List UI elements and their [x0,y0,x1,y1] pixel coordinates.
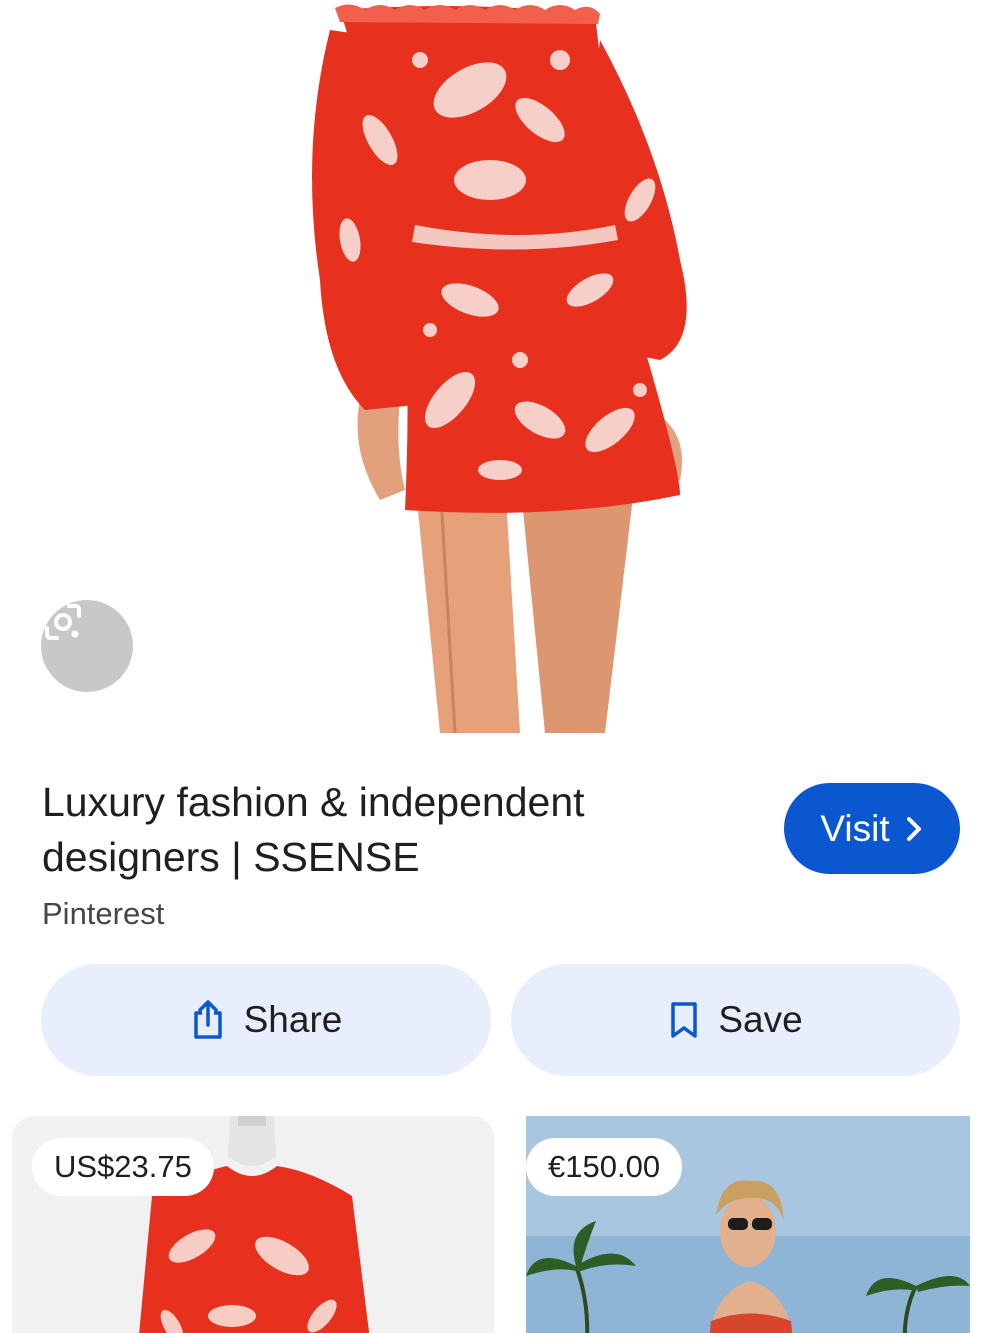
lens-search-button[interactable] [41,600,133,692]
save-button[interactable]: Save [511,964,960,1076]
lens-result-page: Luxury fashion & independent designers |… [0,0,1000,1333]
share-button[interactable]: Share [41,964,491,1076]
related-result-card[interactable]: US$23.75 [12,1116,494,1333]
price-badge: US$23.75 [32,1138,214,1196]
related-result-card[interactable]: €150.00 [506,1116,990,1333]
product-image[interactable] [0,0,1000,733]
result-source: Pinterest [42,896,165,931]
red-dress-illustration [312,4,687,733]
chevron-right-icon [906,816,921,841]
save-label: Save [718,999,803,1040]
visit-button[interactable]: Visit [784,783,960,874]
share-label: Share [243,999,343,1040]
bookmark-icon [671,1002,698,1038]
result-title[interactable]: Luxury fashion & independent designers |… [42,775,722,885]
visit-label: Visit [820,807,890,849]
google-lens-icon [45,604,81,640]
share-icon [193,1000,222,1039]
price-badge: €150.00 [526,1138,683,1196]
